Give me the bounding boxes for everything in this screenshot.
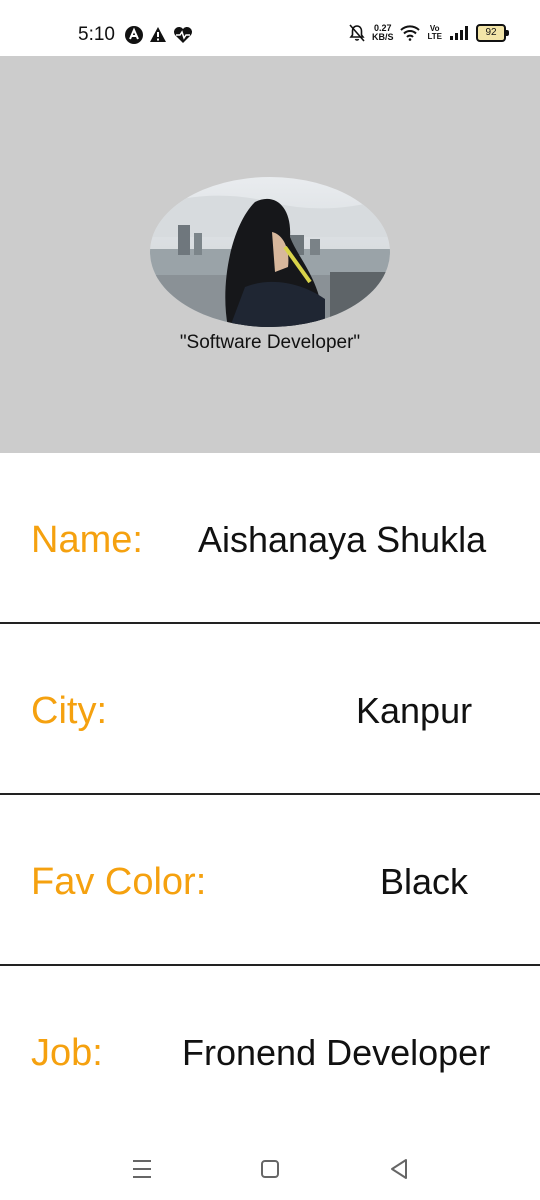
volte-bottom: LTE [427, 32, 442, 41]
info-row-fav-color: Fav Color: Black [0, 795, 540, 966]
status-left-icons [125, 26, 193, 44]
status-right-icons: 0.27 KB/S Vo LTE 92 [349, 24, 509, 42]
name-label: Name: [31, 519, 143, 561]
home-square-icon[interactable] [257, 1156, 283, 1182]
app-screen: 5:10 0.27 KB/S Vo LTE 92 "Software Devel… [0, 0, 540, 1200]
profile-title: "Software Developer" [179, 332, 361, 353]
menu-icon[interactable] [129, 1156, 155, 1182]
city-label: City: [31, 690, 107, 732]
fav-color-value: Black [380, 861, 469, 902]
battery-indicator: 92 [476, 24, 509, 42]
net-speed-unit: KB/S [371, 32, 394, 42]
job-label: Job: [31, 1032, 103, 1074]
status-bar: 5:10 0.27 KB/S Vo LTE 92 [0, 0, 540, 56]
info-list: Name: Aishanaya Shukla City: Kanpur Fav … [0, 453, 540, 1137]
system-nav-bar [0, 1134, 540, 1200]
info-row-name: Name: Aishanaya Shukla [0, 453, 540, 624]
app-a-icon [125, 26, 143, 44]
volte-indicator: Vo LTE [427, 25, 442, 41]
profile-photo [150, 177, 390, 327]
profile-header: "Software Developer" [0, 56, 540, 453]
net-speed: 0.27 KB/S [372, 24, 394, 42]
info-row-job: Job: Fronend Developer [0, 966, 540, 1137]
profile-avatar [150, 177, 390, 327]
heart-monitor-icon [174, 27, 192, 43]
status-time: 5:10 [78, 24, 115, 45]
city-value: Kanpur [356, 690, 473, 731]
mute-icon [349, 24, 365, 42]
info-row-city: City: Kanpur [0, 624, 540, 795]
warning-icon [150, 27, 166, 42]
back-triangle-icon[interactable] [386, 1156, 412, 1182]
fav-color-label: Fav Color: [31, 861, 207, 903]
job-value: Fronend Developer [182, 1032, 491, 1073]
name-value: Aishanaya Shukla [198, 519, 487, 560]
signal-icon [450, 26, 468, 40]
wifi-icon [400, 25, 421, 41]
